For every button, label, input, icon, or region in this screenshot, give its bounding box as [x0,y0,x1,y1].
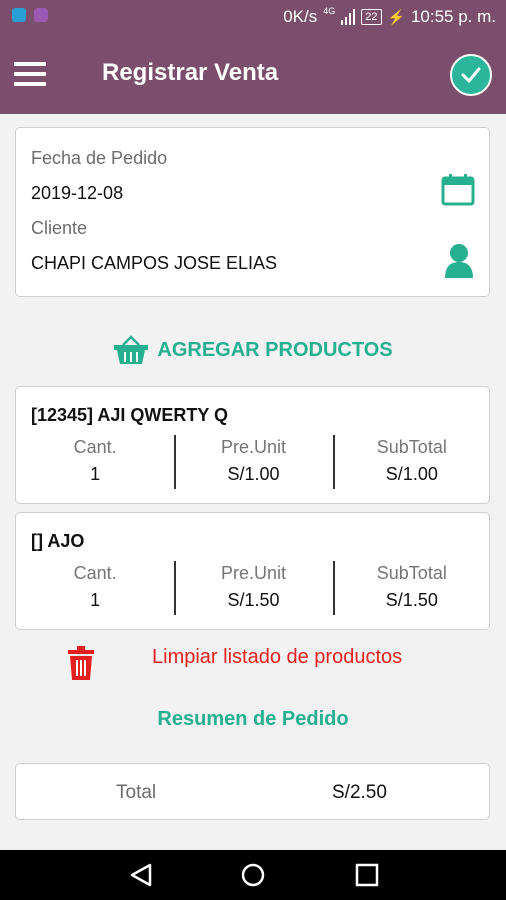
check-icon [461,67,481,83]
subtotal-label: SubTotal [376,437,447,457]
subtotal-column: SubTotal S/1.00 [332,429,491,489]
back-button[interactable] [128,862,154,893]
network-type: 4G [323,6,336,16]
client-picker-button[interactable] [443,242,475,283]
back-icon [130,863,152,887]
date-picker-button[interactable] [441,174,475,211]
date-label: Fecha de Pedido [31,148,168,168]
price-column: Pre.Unit S/1.50 [174,555,332,615]
home-button[interactable] [240,862,266,893]
basket-icon [114,335,149,364]
summary-title: Resumen de Pedido [157,708,349,730]
date-field[interactable]: 2019-12-08 [31,183,123,204]
clear-products-row: Limpiar listado de productos [0,640,506,684]
price-value: S/1.00 [227,464,280,484]
status-bar: 0K/s 4G 22 ⚡ 10:55 p. m. [0,0,506,34]
product-card[interactable]: [12345] AJI QWERTY Q Cant. 1 Pre.Unit S/… [15,386,490,504]
subtotal-column: SubTotal S/1.50 [332,555,491,615]
qty-column: Cant. 1 [16,429,174,489]
total-value: S/2.50 [332,782,387,803]
order-info-card: Fecha de Pedido 2019-12-08 Cliente CHAPI… [15,127,490,297]
add-products-button[interactable]: AGREGAR PRODUCTOS [0,330,506,370]
page-title: Registrar Venta [102,59,279,86]
price-label: Pre.Unit [220,563,286,583]
qty-label: Cant. [73,437,117,457]
notification-icon [12,8,26,22]
home-icon [241,863,265,887]
price-value: S/1.50 [227,590,280,610]
charging-icon: ⚡ [387,8,405,25]
network-speed: 0K/s [283,7,318,26]
product-title: [] AJO [31,531,85,551]
qty-value: 1 [90,464,101,484]
subtotal-value: S/1.50 [385,590,438,610]
signal-icon [341,9,356,25]
summary-card: Total S/2.50 [15,763,490,820]
recents-icon [355,863,379,887]
app-bar: Registrar Venta [0,34,506,114]
calendar-icon [441,174,475,206]
qty-label: Cant. [73,563,117,583]
product-title: [12345] AJI QWERTY Q [31,405,229,425]
add-products-label: AGREGAR PRODUCTOS [157,338,393,361]
qty-column: Cant. 1 [16,555,174,615]
qty-value: 1 [90,590,101,610]
price-label: Pre.Unit [220,437,286,457]
recents-button[interactable] [354,862,380,893]
battery-icon: 22 [361,9,382,25]
subtotal-value: S/1.00 [385,464,438,484]
confirm-button[interactable] [450,54,492,96]
clock: 10:55 p. m. [410,7,496,26]
person-icon [445,244,473,278]
client-label: Cliente [31,218,88,238]
menu-icon[interactable] [14,62,46,86]
trash-icon [68,646,94,680]
product-card[interactable]: [] AJO Cant. 1 Pre.Unit S/1.50 SubTotal … [15,512,490,630]
total-label: Total [116,782,157,803]
battery-level: 22 [365,11,378,23]
client-field[interactable]: CHAPI CAMPOS JOSE ELIAS [31,253,277,274]
clear-products-link[interactable]: Limpiar listado de productos [152,646,402,669]
price-column: Pre.Unit S/1.00 [174,429,332,489]
clear-products-button[interactable] [68,646,94,685]
navigation-bar [0,850,506,900]
subtotal-label: SubTotal [376,563,447,583]
notification-icon [34,8,48,22]
